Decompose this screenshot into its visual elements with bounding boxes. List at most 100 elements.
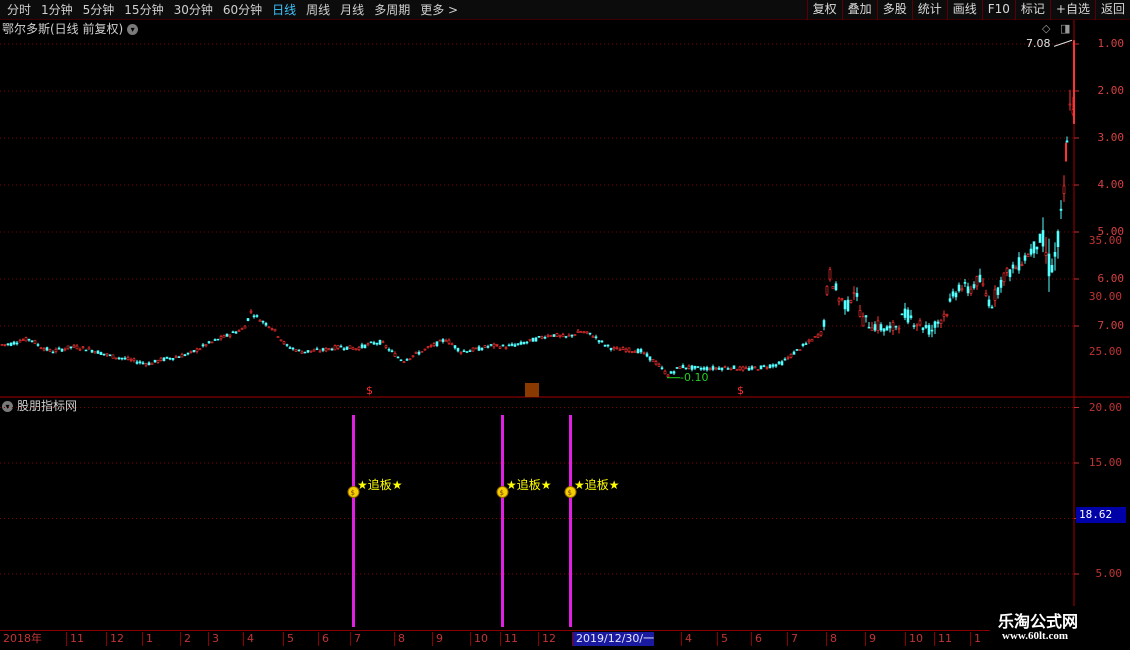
action-button-5[interactable]: F10 [981,0,1015,20]
candle-body [645,353,649,357]
candle-body [537,336,541,338]
candle-body [1056,231,1060,248]
period-tab-5[interactable]: 60分钟 [218,2,267,18]
action-button-8[interactable]: 返回 [1094,0,1130,20]
candle-body [801,343,805,347]
period-tab-10[interactable]: 更多 > [415,2,463,18]
candle-body [237,330,241,332]
candle-body [381,341,385,344]
date-tick-label: 12 [106,632,124,646]
candle-body [198,348,202,351]
candle-body [162,357,166,361]
signal-bar [501,415,504,627]
candle-body [114,357,118,360]
candle-body [69,346,73,349]
candles [0,40,1075,379]
candle-body [996,287,1000,295]
candle-body [795,349,799,351]
period-tab-9[interactable]: 多周期 [369,2,415,18]
action-button-6[interactable]: 标记 [1014,0,1050,20]
candle-body [957,284,961,292]
candle-body [888,325,892,329]
candle-body [849,300,853,303]
candle-body [600,340,604,343]
candle-body [393,352,397,357]
candle-body [33,340,37,344]
expand-icon[interactable]: ◇ [1042,22,1050,35]
action-button-0[interactable]: 复权 [806,0,842,20]
candle-body [282,341,286,345]
candle-body [63,348,67,351]
candle-body [987,299,991,307]
date-tick-label: 8 [394,632,405,646]
candle-body [357,347,361,350]
candle-body [420,350,424,353]
candle-body [36,344,40,346]
candle-body [177,356,181,358]
period-tab-3[interactable]: 15分钟 [119,2,168,18]
period-tab-4[interactable]: 30分钟 [169,2,218,18]
candle-body [261,320,265,323]
candle-body [717,367,721,370]
period-tab-7[interactable]: 周线 [301,2,335,18]
candle-body [99,352,103,355]
candle-body [138,361,142,364]
period-tab-8[interactable]: 月线 [335,2,369,18]
candle-body [822,320,826,327]
candle-body [807,339,811,343]
candle-body [396,356,400,359]
candle-body [603,344,607,347]
action-button-7[interactable]: +自选 [1049,0,1095,20]
candle-body [861,316,865,327]
candle-body [879,324,883,331]
candle-body [372,342,376,345]
period-tab-0[interactable]: 分时 [2,2,36,18]
watermark-title: 乐淘公式网 [998,612,1079,631]
candle-body [216,338,220,341]
candle-body [189,351,193,353]
candle-body [273,328,277,332]
candle-body [369,341,373,344]
candle-body [588,332,592,335]
date-tick-label: 10 [905,632,923,646]
candle-body [657,363,661,367]
period-tab-1[interactable]: 1分钟 [36,2,78,18]
candle-body [642,351,646,354]
candle-body [693,365,697,369]
action-buttons: 复权 叠加 多股 统计 画线 F10 标记 +自选 返回 [806,0,1130,20]
action-button-2[interactable]: 多股 [876,0,912,20]
watermark: 乐淘公式网 www.60lt.com [990,606,1130,650]
candle-body [111,354,115,359]
candle-body [837,298,841,302]
candle-body [297,349,301,352]
candle-body [168,357,172,360]
candle-body [852,292,856,294]
candle-body [255,315,259,317]
candle-body [360,344,364,348]
action-button-4[interactable]: 画线 [946,0,982,20]
action-button-3[interactable]: 统计 [911,0,947,20]
indicator-tick-label: 20.00 [1088,400,1122,414]
candle-body [426,346,430,348]
panel-toggle-icon[interactable]: ◨ [1060,22,1070,35]
candle-body [54,349,58,352]
period-toolbar: 分时 1分钟 5分钟 15分钟 30分钟 60分钟 日线 周线 月线 多周期 更多 > 复权 叠加 多股… [0,0,1130,20]
candle-body [1035,246,1039,250]
candle-body [993,289,997,301]
candle-body [981,283,985,286]
candle-body [825,286,829,295]
action-button-1[interactable]: 叠加 [841,0,877,20]
candle-body [276,336,280,338]
candle-body [1020,264,1024,266]
period-tab-2[interactable]: 5分钟 [78,2,120,18]
candle-body [1062,185,1066,194]
candle-body [687,365,691,369]
candle-body [726,368,730,370]
fixed-marker-bg [525,383,539,397]
candle-body [759,365,763,370]
period-tab-6[interactable]: 日线 [267,2,301,18]
candle-body [804,343,808,345]
candle-body [486,346,490,348]
candle-body [777,361,781,364]
candle-body [678,366,682,369]
